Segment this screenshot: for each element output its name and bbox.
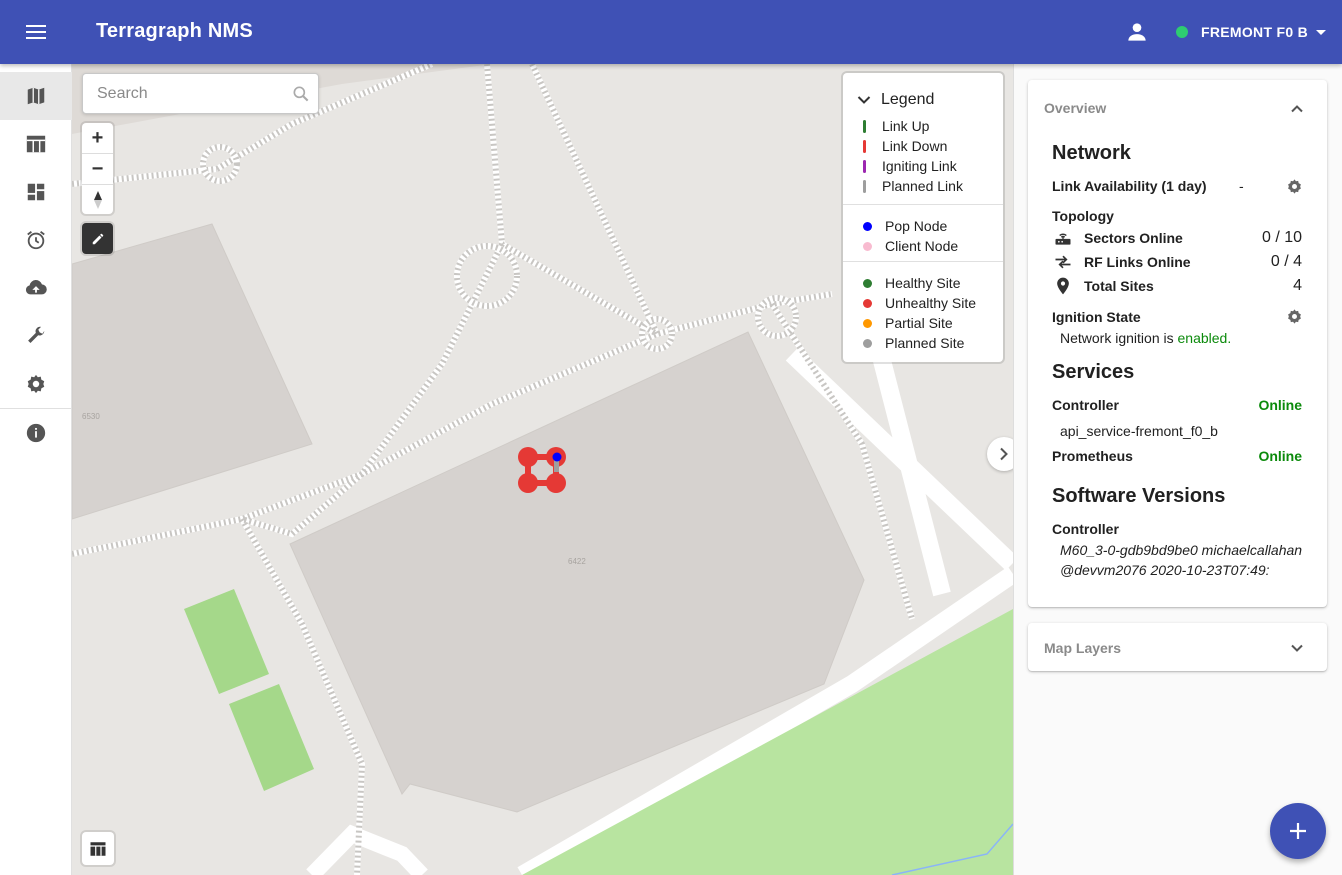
pencil-icon — [92, 233, 103, 244]
legend-item: Planned Site — [863, 335, 964, 351]
nav-item-dashboards[interactable] — [0, 168, 72, 216]
network-title: Network — [1052, 142, 1131, 164]
controller-service-name: api_service-fremont_f0_b — [1060, 423, 1218, 439]
table-icon — [26, 135, 46, 153]
drawer-toggle-button[interactable] — [987, 437, 1013, 471]
legend-item: Igniting Link — [863, 158, 957, 174]
controller-status: Online — [1258, 397, 1302, 413]
app-title: Terragraph NMS — [96, 20, 253, 42]
legend-panel: Legend Link Up Link Down Igniting Link P… — [843, 73, 1003, 362]
plus-icon — [1290, 823, 1306, 839]
account-icon[interactable] — [1124, 19, 1150, 45]
nav-item-tables[interactable] — [0, 120, 72, 168]
sectors-online-value: 0 / 10 — [1261, 229, 1302, 246]
controller-version-line-1: M60_3-0-gdb9bd9be0 michaelcallahan — [1060, 542, 1303, 558]
nav-item-about[interactable] — [0, 409, 72, 457]
link-availability-value: - — [1239, 178, 1244, 194]
menu-icon[interactable] — [22, 20, 50, 44]
router-icon — [1055, 233, 1071, 245]
building-label: 6530 — [82, 412, 100, 421]
draw-button[interactable] — [82, 223, 113, 254]
map-view[interactable]: 6530 6422 + − Legend — [72, 64, 1013, 875]
rf-links-online-value: 0 / 4 — [1270, 253, 1302, 270]
chevron-right-icon — [1000, 447, 1008, 461]
prometheus-label: Prometheus — [1052, 448, 1133, 464]
details-panel: Overview Network Link Availability (1 da… — [1013, 64, 1342, 875]
chevron-down-icon — [857, 96, 871, 104]
table-toggle-button[interactable] — [82, 832, 114, 865]
ignition-state-text: Network ignition is enabled. — [1060, 330, 1232, 346]
zoom-control: + − — [82, 123, 113, 214]
nav-item-upgrade[interactable] — [0, 264, 72, 312]
topology-label: Topology — [1052, 208, 1114, 224]
building-label: 6422 — [568, 557, 586, 566]
overview-header[interactable]: Overview — [1044, 100, 1106, 116]
ignition-state-label: Ignition State — [1052, 309, 1141, 325]
legend-item: Link Up — [863, 118, 929, 134]
services-title: Services — [1052, 361, 1135, 383]
nav-item-settings[interactable] — [0, 360, 72, 408]
gear-icon — [27, 374, 45, 394]
location-pin-icon — [1057, 277, 1069, 295]
total-sites-label: Total Sites — [1084, 278, 1154, 294]
network-name: FREMONT F0 B — [1201, 24, 1309, 40]
total-sites-value: 4 — [1293, 277, 1302, 294]
add-button[interactable] — [1270, 803, 1326, 859]
legend-title: Legend — [881, 91, 935, 108]
rf-links-online-label: RF Links Online — [1084, 254, 1191, 270]
sectors-online-label: Sectors Online — [1084, 230, 1183, 246]
controller-version-label: Controller — [1052, 521, 1119, 537]
nav-item-config[interactable] — [0, 312, 72, 360]
zoom-in-button[interactable]: + — [82, 123, 113, 153]
legend-item: Client Node — [863, 238, 958, 254]
software-versions-title: Software Versions — [1052, 485, 1226, 507]
alarm-clock-icon — [27, 231, 45, 250]
map-layers-header[interactable]: Map Layers — [1044, 640, 1121, 656]
map-layers-card[interactable]: Map Layers — [1028, 623, 1327, 671]
chevron-down-icon[interactable] — [1290, 641, 1304, 655]
zoom-out-button[interactable]: − — [82, 154, 113, 184]
gear-icon[interactable] — [1286, 178, 1303, 195]
caret-down-icon — [1316, 29, 1327, 35]
map-icon — [27, 87, 45, 105]
compass-icon — [93, 191, 102, 209]
info-icon — [26, 423, 46, 443]
cloud-upload-icon — [25, 280, 47, 295]
swap-arrows-icon — [1055, 255, 1071, 269]
overview-card: Overview Network Link Availability (1 da… — [1028, 80, 1327, 607]
wrench-icon — [28, 326, 45, 343]
legend-item: Planned Link — [863, 178, 963, 194]
chevron-up-icon[interactable] — [1290, 102, 1304, 116]
legend-item: Partial Site — [863, 315, 953, 331]
search-icon[interactable] — [291, 84, 311, 104]
legend-item: Pop Node — [863, 218, 947, 234]
left-nav — [0, 64, 72, 875]
network-status-dot — [1176, 26, 1188, 38]
link-availability-label: Link Availability (1 day) — [1052, 178, 1207, 194]
search-box — [82, 73, 319, 114]
legend-toggle[interactable]: Legend — [857, 91, 934, 109]
compass-button[interactable] — [82, 185, 113, 215]
legend-item: Link Down — [863, 138, 947, 154]
legend-item: Unhealthy Site — [863, 295, 976, 311]
ignition-status: enabled — [1177, 330, 1228, 346]
gear-icon[interactable] — [1286, 308, 1303, 325]
nav-item-map[interactable] — [0, 72, 72, 120]
nav-item-events[interactable] — [0, 216, 72, 264]
network-selector[interactable]: FREMONT F0 B — [1176, 20, 1327, 44]
table-icon — [90, 841, 106, 856]
prometheus-status: Online — [1258, 448, 1302, 464]
controller-version-line-2: @devvm2076 2020-10-23T07:49: — [1060, 562, 1270, 578]
dashboard-icon — [27, 183, 45, 201]
controller-service-label: Controller — [1052, 397, 1119, 413]
legend-item: Healthy Site — [863, 275, 960, 291]
search-input[interactable] — [97, 84, 277, 104]
app-bar: Terragraph NMS FREMONT F0 B — [0, 0, 1342, 64]
